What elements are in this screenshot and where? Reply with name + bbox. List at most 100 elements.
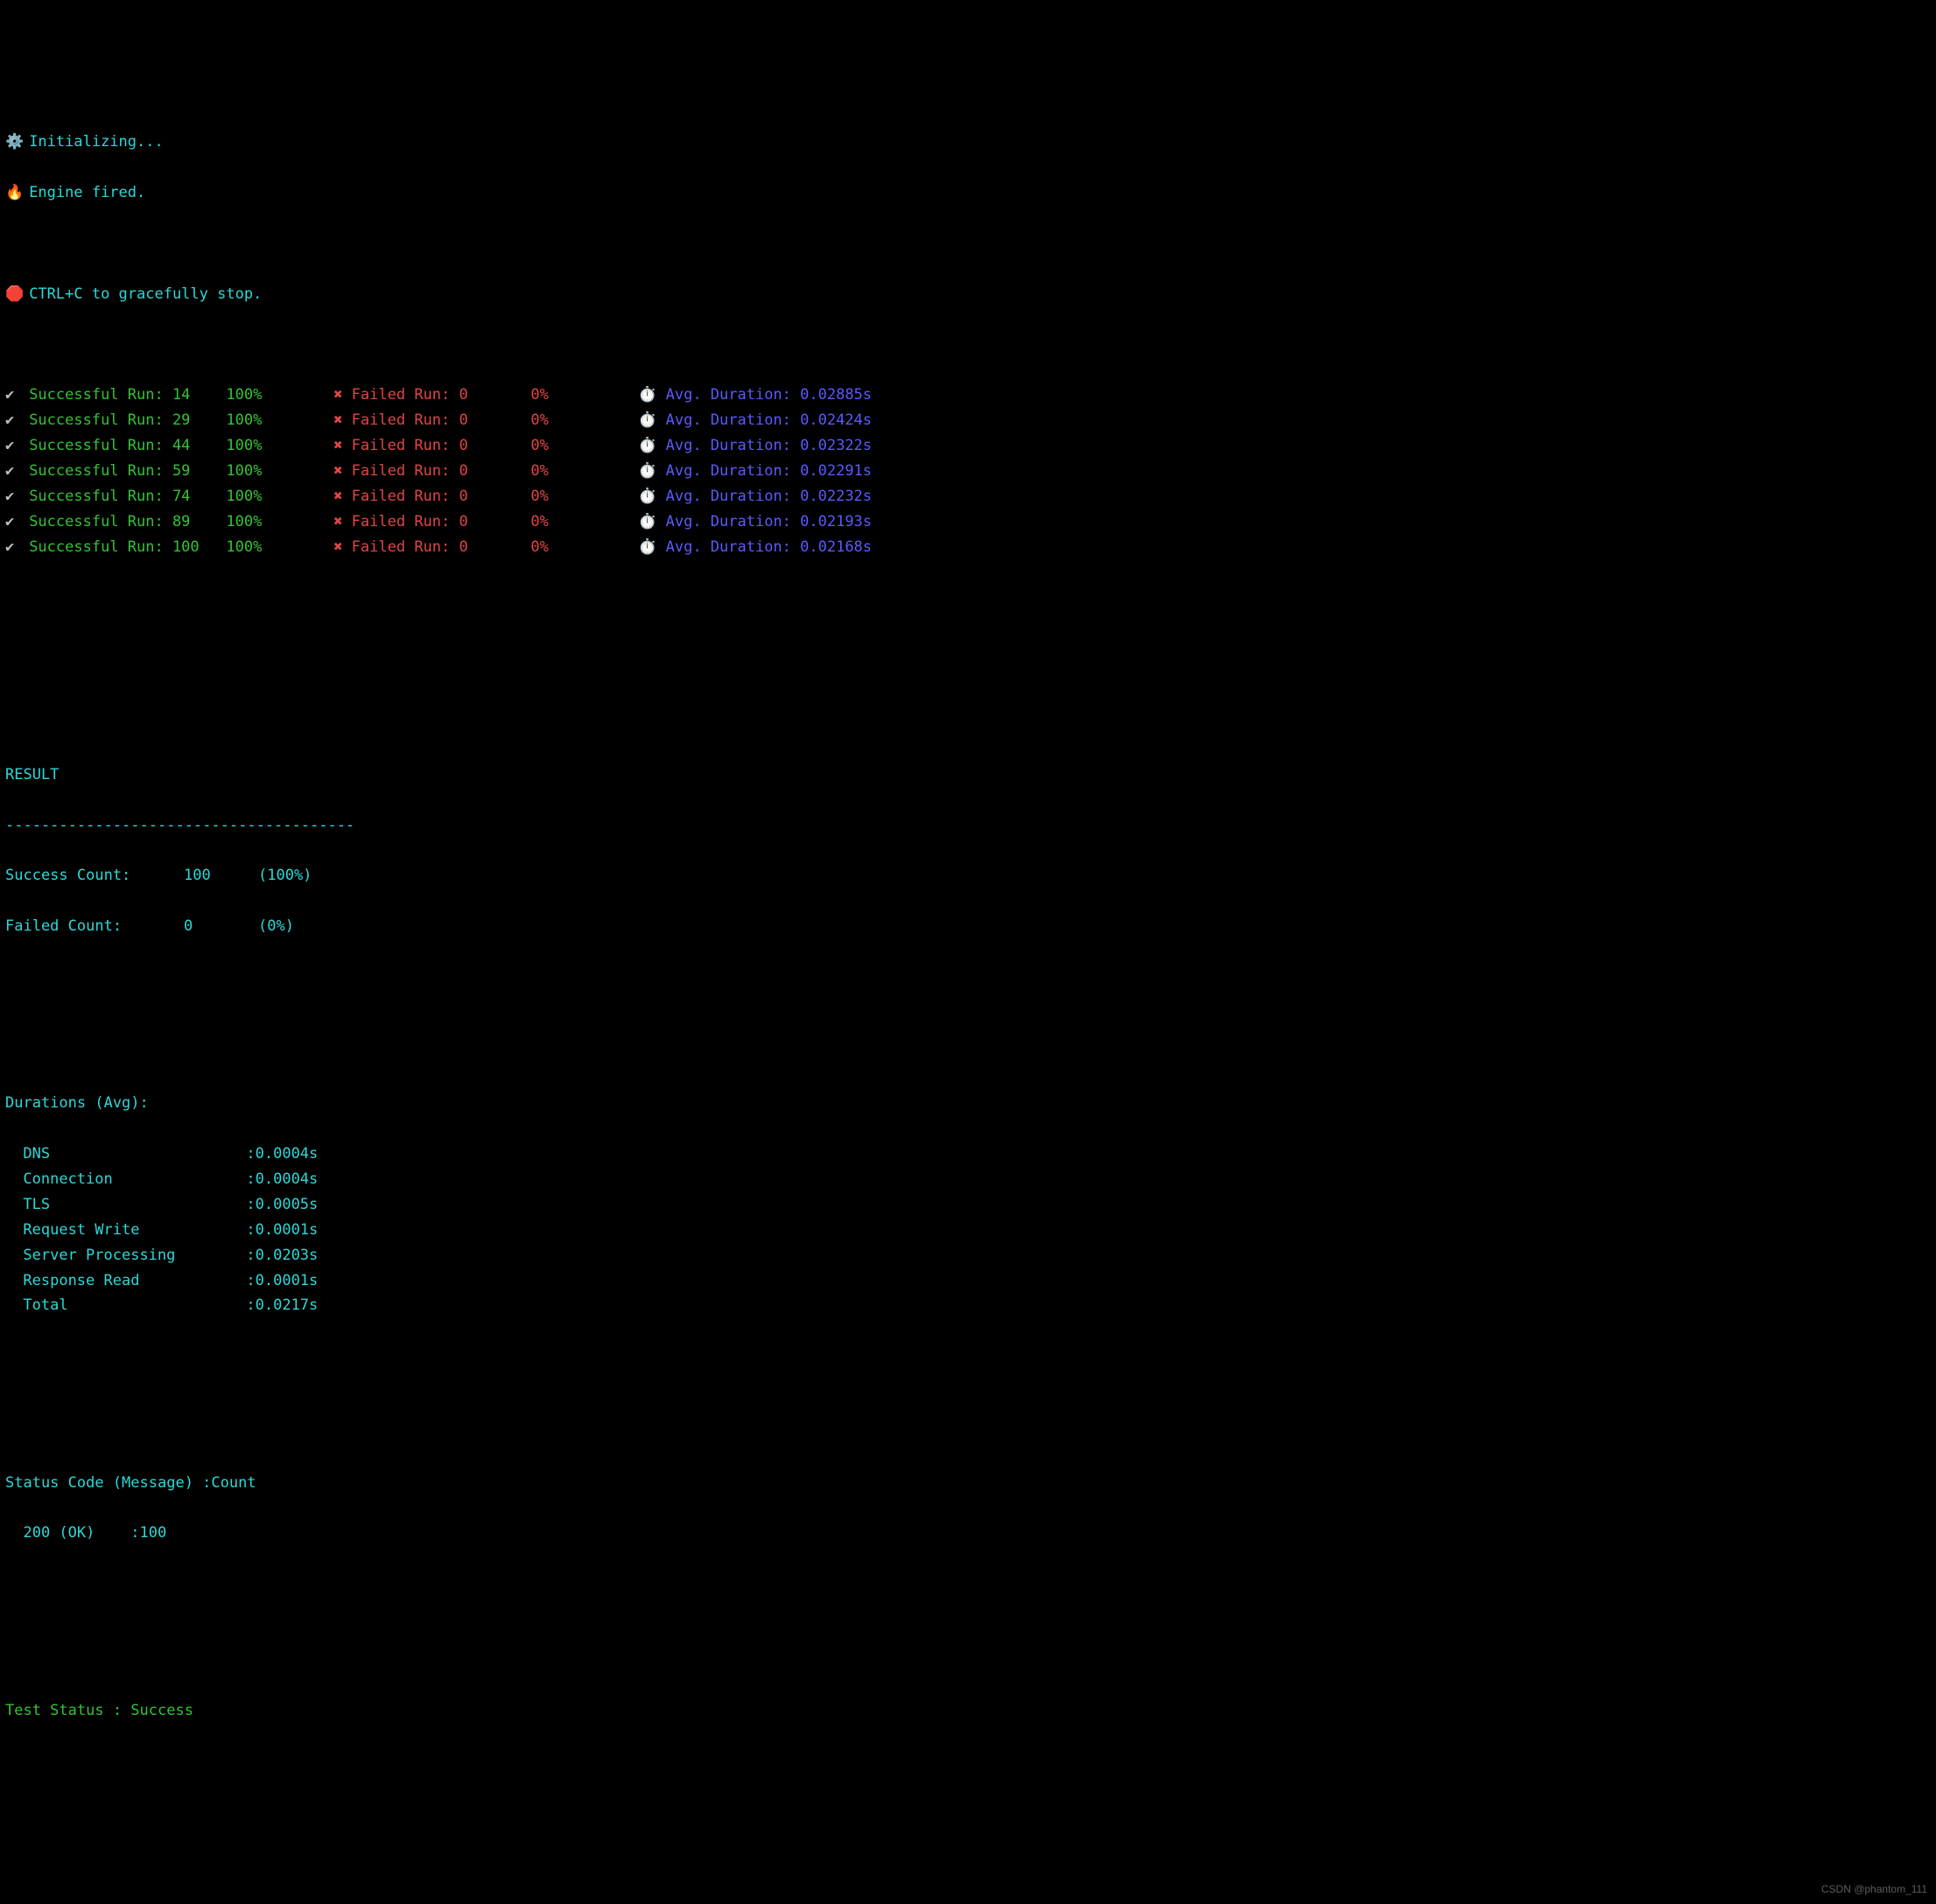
duration-value: :0.0004s [246,1145,318,1163]
cross-icon: ✖ [333,386,351,404]
cross-icon: ✖ [333,462,351,480]
success-count-pct: (100%) [258,867,312,884]
avg-value: 0.02232s [800,488,872,505]
duration-label: Server Processing [23,1243,246,1268]
duration-row: TLS:0.0005s [23,1192,1931,1218]
cross-icon: ✖ [333,411,351,429]
avg-label: Avg. Duration: [666,488,801,505]
success-label: Successful Run: 74 [29,488,226,505]
stopwatch-icon: ⏱️ [638,462,665,480]
success-label: Successful Run: 59 [29,462,226,480]
success-pct: 100% [226,411,333,429]
avg-value: 0.02424s [800,411,872,429]
gear-icon: ⚙️ [5,130,29,155]
run-row: ✔Successful Run: 89 100% ✖ Failed Run: 0… [5,509,1931,535]
check-icon: ✔ [5,535,29,560]
failed-count-label: Failed Count: [5,914,184,939]
success-count-value: 100 [184,863,258,889]
stopwatch-icon: ⏱️ [638,411,665,429]
cross-icon: ✖ [333,538,351,556]
run-row: ✔Successful Run: 44 100% ✖ Failed Run: 0… [5,433,1931,459]
failed-label: Failed Run: 0 [352,488,531,505]
success-count-line: Success Count:100(100%) [5,863,1931,889]
watermark: CSDN @phantom_111 [1821,1880,1927,1898]
cross-icon: ✖ [333,513,351,530]
duration-label: Request Write [23,1218,246,1243]
failed-label: Failed Run: 0 [352,386,531,404]
failed-label: Failed Run: 0 [352,437,531,454]
duration-row: Connection:0.0004s [23,1167,1931,1192]
avg-label: Avg. Duration: [666,411,801,429]
run-row: ✔Successful Run: 14 100% ✖ Failed Run: 0… [5,383,1931,408]
avg-value: 0.02322s [800,437,872,454]
duration-label: Response Read [23,1268,246,1294]
avg-value: 0.02168s [800,538,872,556]
run-row: ✔Successful Run: 74 100% ✖ Failed Run: 0… [5,484,1931,509]
avg-label: Avg. Duration: [666,513,801,530]
test-status-line: Test Status : Success [5,1698,1931,1724]
stopwatch-icon: ⏱️ [638,488,665,505]
avg-label: Avg. Duration: [666,386,801,404]
failed-pct: 0% [530,488,638,505]
failed-pct: 0% [530,411,638,429]
success-label: Successful Run: 89 [29,513,226,530]
success-label: Successful Run: 100 [29,538,226,556]
check-icon: ✔ [5,433,29,459]
failed-count-value: 0 [184,914,258,939]
check-icon: ✔ [5,408,29,433]
avg-value: 0.02885s [800,386,872,404]
duration-label: DNS [23,1142,246,1167]
failed-pct: 0% [530,437,638,454]
avg-label: Avg. Duration: [666,538,801,556]
duration-row: Response Read:0.0001s [23,1268,1931,1294]
success-pct: 100% [226,513,333,530]
stopwatch-icon: ⏱️ [638,538,665,556]
failed-pct: 0% [530,462,638,480]
stop-hint-line: 🛑CTRL+C to gracefully stop. [5,282,1931,307]
success-pct: 100% [226,488,333,505]
success-pct: 100% [226,538,333,556]
run-log: ✔Successful Run: 14 100% ✖ Failed Run: 0… [5,383,1931,559]
stop-icon: 🛑 [5,282,29,307]
success-label: Successful Run: 44 [29,437,226,454]
failed-count-pct: (0%) [258,917,294,935]
success-pct: 100% [226,462,333,480]
durations-heading: Durations (Avg): [5,1091,1931,1116]
avg-value: 0.02193s [800,513,872,530]
avg-value: 0.02291s [800,462,872,480]
engine-text: Engine fired. [29,184,145,201]
result-divider: --------------------------------------- [5,813,1931,839]
duration-row: Total:0.0217s [23,1293,1931,1318]
init-line: ⚙️Initializing... [5,130,1931,155]
test-status-value: Success [130,1702,193,1719]
duration-row: Request Write:0.0001s [23,1218,1931,1243]
duration-value: :0.0217s [246,1296,318,1314]
run-row: ✔Successful Run: 59 100% ✖ Failed Run: 0… [5,459,1931,484]
check-icon: ✔ [5,383,29,408]
success-count-label: Success Count: [5,863,184,889]
duration-row: Server Processing:0.0203s [23,1243,1931,1268]
check-icon: ✔ [5,459,29,484]
cross-icon: ✖ [333,437,351,454]
stopwatch-icon: ⏱️ [638,513,665,530]
duration-label: Connection [23,1167,246,1192]
check-icon: ✔ [5,484,29,509]
duration-value: :0.0005s [246,1196,318,1213]
cross-icon: ✖ [333,488,351,505]
check-icon: ✔ [5,509,29,535]
success-label: Successful Run: 29 [29,411,226,429]
failed-label: Failed Run: 0 [352,538,531,556]
duration-value: :0.0203s [246,1247,318,1264]
failed-label: Failed Run: 0 [352,513,531,530]
failed-pct: 0% [530,513,638,530]
avg-label: Avg. Duration: [666,437,801,454]
success-label: Successful Run: 14 [29,386,226,404]
failed-pct: 0% [530,538,638,556]
duration-value: :0.0004s [246,1170,318,1188]
duration-row: DNS:0.0004s [23,1142,1931,1167]
duration-value: :0.0001s [246,1272,318,1289]
run-row: ✔Successful Run: 100 100% ✖ Failed Run: … [5,535,1931,560]
success-pct: 100% [226,437,333,454]
avg-label: Avg. Duration: [666,462,801,480]
failed-pct: 0% [530,386,638,404]
